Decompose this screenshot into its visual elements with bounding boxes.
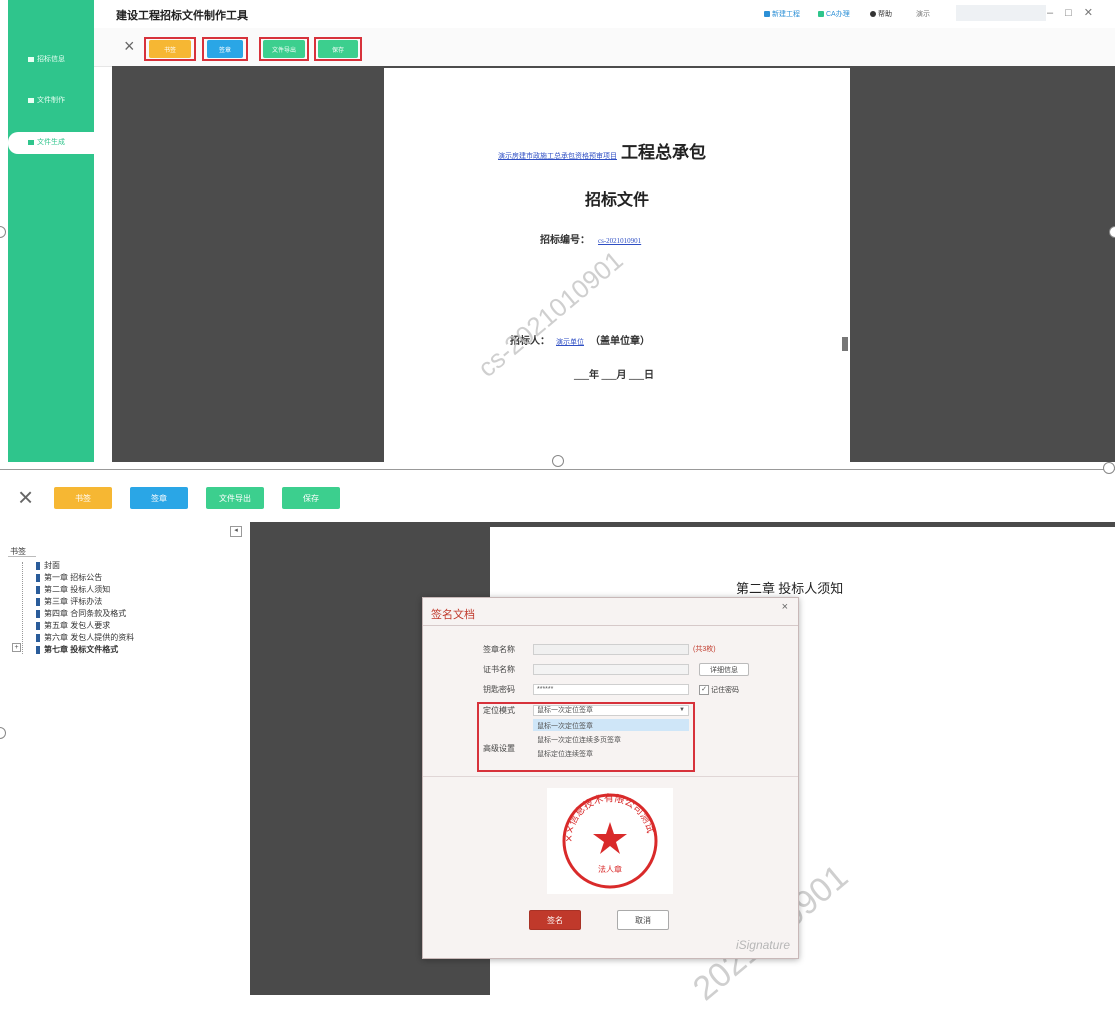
- advanced-label: 高级设置: [483, 744, 515, 753]
- dropdown-arrow-icon: ▼: [679, 707, 685, 713]
- bookmark-button[interactable]: 书签: [149, 40, 191, 58]
- resize-handle-top[interactable]: [552, 455, 564, 467]
- bookmark-icon: [36, 633, 40, 642]
- sidebar-item-file-generate[interactable]: 文件生成: [8, 132, 94, 154]
- chapter-heading: 第二章 投标人须知: [736, 581, 844, 596]
- search-box[interactable]: [956, 5, 1046, 21]
- bid-code-value: cs-2021010901: [598, 237, 642, 245]
- info-icon: [28, 56, 34, 62]
- expand-icon[interactable]: +: [12, 643, 21, 652]
- dialog-title: 签名文档: [431, 609, 475, 621]
- folder-icon: [28, 97, 34, 103]
- sidebar-item-bid-info[interactable]: 招标信息: [8, 49, 94, 71]
- pin-input[interactable]: ******: [533, 684, 689, 695]
- divider-line: [0, 469, 1115, 470]
- project-suffix: 工程总承包: [621, 143, 706, 162]
- mode-option-3[interactable]: 鼠标定位连续签章: [537, 749, 593, 759]
- cert-name-label: 证书名称: [483, 665, 515, 674]
- document-title: 招标文件: [584, 192, 649, 209]
- sign-confirm-button[interactable]: 签名: [529, 910, 581, 930]
- user-name: 演示: [916, 11, 930, 18]
- bid-code-line: 招标编号： cs-2021010901: [540, 235, 642, 246]
- svg-text:法人章: 法人章: [598, 864, 622, 874]
- top-toolbar: × 书签 签章 文件导出 保存: [94, 28, 1115, 67]
- seal-count: (共3枚): [693, 646, 716, 653]
- tree-item-chapter-7[interactable]: 第七章 投标文件格式: [36, 644, 118, 655]
- sign-button[interactable]: 签章: [207, 40, 243, 58]
- bookmark-icon: [36, 645, 40, 654]
- tree-item-cover[interactable]: 封面: [36, 560, 60, 571]
- save-button[interactable]: 保存: [282, 487, 340, 509]
- tree-item-chapter-6[interactable]: 第六章 发包人提供的资料: [36, 632, 134, 643]
- tree-item-chapter-3[interactable]: 第三章 评标办法: [36, 596, 102, 607]
- cert-name-select[interactable]: [533, 664, 689, 675]
- export-button[interactable]: 文件导出: [206, 487, 264, 509]
- ca-link[interactable]: CA办理: [818, 9, 850, 19]
- tree-item-chapter-2[interactable]: 第二章 投标人须知: [36, 584, 110, 595]
- bookmark-icon: [36, 561, 40, 570]
- project-name[interactable]: 演示房建市政施工总承包资格预审项目: [498, 153, 617, 160]
- tenderer-value: 演示单位: [556, 338, 584, 346]
- header-underline: [8, 556, 36, 557]
- dialog-divider: [423, 776, 798, 777]
- bookmark-pane: ◂ 书签 封面 第一章 招标公告 第二章 投标人须知 第三章 评标办法 第四章 …: [8, 522, 251, 995]
- resize-handle-left-bottom[interactable]: [0, 727, 6, 739]
- dialog-divider: [423, 625, 798, 626]
- help-icon: [870, 11, 876, 18]
- seal-name-label: 签章名称: [483, 645, 515, 654]
- bookmark-icon: [36, 573, 40, 582]
- user-icon: [764, 11, 770, 18]
- tree-item-chapter-5[interactable]: 第五章 发包人要求: [36, 620, 110, 631]
- document-icon: [28, 139, 34, 145]
- title-bar: 建设工程招标文件制作工具 新建工程 CA办理 帮助 演示 –□✕: [94, 0, 1115, 28]
- document-page: 演示房建市政施工总承包资格预审项目 工程总承包 招标文件 招标编号： cs-2021…: [384, 68, 850, 462]
- help-link[interactable]: 帮助: [870, 9, 892, 19]
- collapse-pane-button[interactable]: ◂: [230, 526, 242, 537]
- export-button[interactable]: 文件导出: [263, 40, 305, 58]
- sidebar: 招标信息 文件制作 文件生成: [8, 0, 94, 462]
- window-controls[interactable]: –□✕: [1047, 6, 1105, 19]
- sign-button[interactable]: 签章: [130, 487, 188, 509]
- ca-icon: [818, 11, 824, 18]
- project-title-line: 演示房建市政施工总承包资格预审项目 工程总承包: [498, 138, 706, 163]
- bookmark-icon: [36, 597, 40, 606]
- bookmark-icon: [36, 621, 40, 630]
- sidebar-item-file-make[interactable]: 文件制作: [8, 90, 94, 112]
- resize-handle-right[interactable]: [1103, 462, 1115, 474]
- seal-name-select[interactable]: [533, 644, 689, 655]
- detail-button[interactable]: 详细信息: [699, 663, 749, 676]
- close-icon[interactable]: ×: [782, 601, 788, 613]
- close-icon[interactable]: ×: [18, 484, 33, 510]
- cancel-button[interactable]: 取消: [617, 910, 669, 930]
- tree-guide: [22, 562, 23, 654]
- mode-option-2[interactable]: 鼠标一次定位连续多页签章: [537, 735, 621, 745]
- tree-item-chapter-1[interactable]: 第一章 招标公告: [36, 572, 102, 583]
- new-project-link[interactable]: 新建工程: [764, 9, 800, 19]
- bottom-toolbar: × 书签 签章 文件导出 保存: [8, 478, 1115, 518]
- tree-item-chapter-4[interactable]: 第四章 合同条款及格式: [36, 608, 126, 619]
- bookmark-icon: [36, 609, 40, 618]
- sign-dialog: 签名文档 × 签章名称 (共3枚) 证书名称 详细信息 钥匙密码 ****** …: [422, 597, 799, 959]
- mode-select[interactable]: 鼠标一次定位签章 ▼: [533, 705, 689, 716]
- watermark: cs-2021010901: [472, 244, 629, 383]
- bookmark-icon: [36, 585, 40, 594]
- save-button[interactable]: 保存: [318, 40, 358, 58]
- app-title: 建设工程招标文件制作工具: [116, 10, 248, 22]
- mode-option-1[interactable]: 鼠标一次定位签章: [537, 721, 593, 731]
- mode-label: 定位模式: [483, 706, 515, 715]
- brand-logo: iSignature: [735, 938, 790, 952]
- date-line: ___年 ___月 ___日: [574, 370, 654, 381]
- top-window: 招标信息 文件制作 文件生成 建设工程招标文件制作工具 新建工程 CA办理 帮助…: [0, 0, 1115, 462]
- seal-stamp-image: ××信息技术有限公司测试 法人章: [562, 791, 658, 889]
- pin-label: 钥匙密码: [483, 685, 515, 694]
- remember-label: 记住密码: [711, 687, 739, 694]
- remember-checkbox[interactable]: ✓: [699, 685, 709, 695]
- seal-preview: ××信息技术有限公司测试 法人章: [547, 788, 673, 894]
- close-icon[interactable]: ×: [124, 37, 135, 55]
- resize-handle-right-top[interactable]: [1109, 226, 1115, 238]
- bookmark-button[interactable]: 书签: [54, 487, 112, 509]
- page-handle[interactable]: [842, 337, 848, 351]
